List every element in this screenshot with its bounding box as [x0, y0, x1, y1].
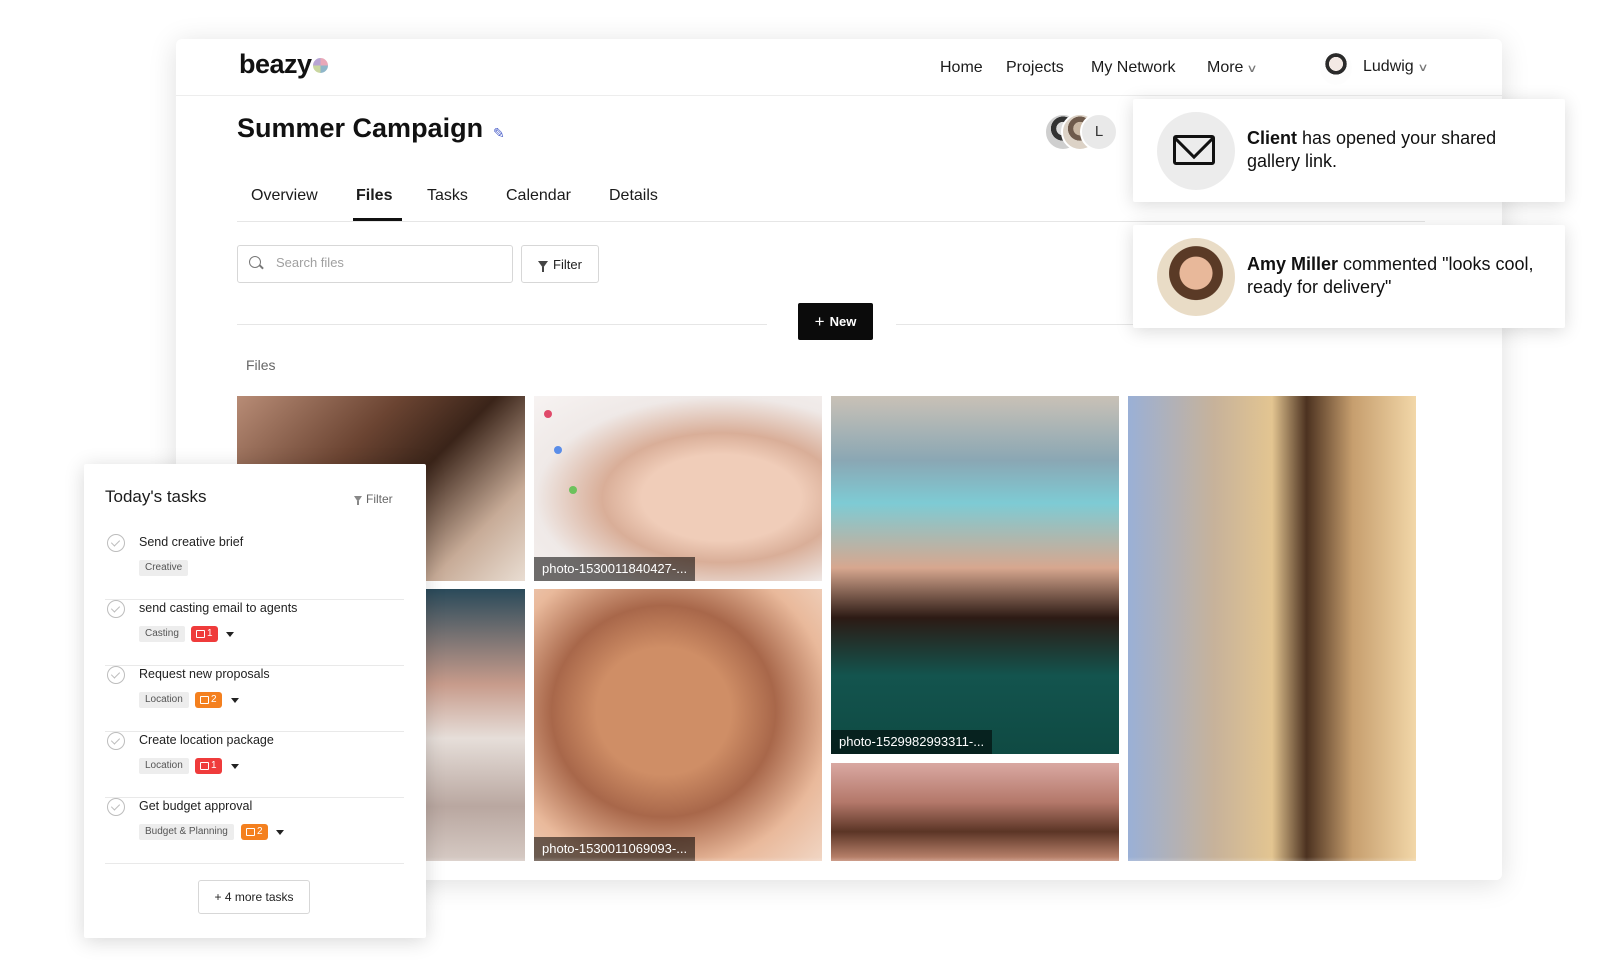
photo-caption: photo-1529982993311-... — [831, 730, 993, 754]
task-item[interactable]: Create location package Location 1 — [105, 730, 404, 798]
envelope-icon — [1173, 135, 1215, 165]
comment-count-badge[interactable]: 1 — [191, 626, 218, 642]
divider — [237, 221, 1425, 222]
task-item[interactable]: send casting email to agents Casting 1 — [105, 598, 404, 666]
search-input[interactable] — [274, 254, 498, 271]
chevron-down-icon: ∨ — [1417, 62, 1429, 74]
notification-text: Client has opened your shared gallery li… — [1247, 127, 1547, 173]
collaborator-initial-avatar[interactable]: L — [1080, 113, 1118, 151]
photo-thumbnail[interactable]: photo-1529982993311-... — [831, 396, 1119, 754]
task-title: send casting email to agents — [139, 601, 298, 615]
top-navigation-bar: beazy Home Projects My Network More ∨ Lud… — [176, 39, 1502, 96]
task-title: Request new proposals — [139, 667, 270, 681]
tab-details[interactable]: Details — [609, 187, 658, 205]
tab-tasks[interactable]: Tasks — [427, 187, 468, 205]
notification-gallery-opened[interactable]: Client has opened your shared gallery li… — [1133, 99, 1565, 202]
filter-icon — [538, 260, 549, 272]
logo-text: beazy — [239, 49, 312, 79]
tasks-filter-button[interactable]: Filter — [354, 492, 393, 506]
comment-count: 2 — [257, 826, 263, 837]
new-button[interactable]: + New — [798, 303, 873, 340]
task-tag: Creative — [139, 560, 189, 576]
sticker-decoration — [554, 446, 562, 454]
comment-count-badge[interactable]: 1 — [195, 758, 222, 774]
task-item[interactable]: Request new proposals Location 2 — [105, 664, 404, 732]
caret-down-icon[interactable] — [231, 698, 239, 703]
filter-button-label: Filter — [553, 256, 582, 272]
beazy-logo[interactable]: beazy — [239, 49, 328, 80]
chevron-down-icon: ∨ — [1246, 63, 1259, 75]
more-tasks-button[interactable]: + 4 more tasks — [198, 880, 310, 914]
notification-text: Amy Miller commented "looks cool, ready … — [1247, 253, 1547, 299]
filter-icon — [354, 496, 362, 505]
files-section-label: Files — [246, 357, 276, 373]
photo-thumbnail[interactable]: photo-1530011069093-... — [534, 589, 822, 861]
nav-more-label: More — [1207, 59, 1244, 76]
sticker-decoration — [569, 486, 577, 494]
edit-pencil-icon[interactable]: ✎ — [493, 125, 507, 141]
task-checkbox[interactable] — [107, 666, 125, 684]
comment-count: 2 — [211, 694, 217, 705]
logo-mark-icon — [312, 58, 328, 74]
nav-home[interactable]: Home — [940, 59, 983, 77]
user-menu[interactable]: Ludwig ∨ — [1363, 58, 1429, 76]
todays-tasks-panel: Today's tasks Filter Send creative brief… — [84, 464, 426, 938]
new-button-label: New — [829, 314, 857, 329]
task-tag: Location — [139, 758, 189, 774]
comment-count: 1 — [207, 628, 213, 639]
tasks-panel-title: Today's tasks — [105, 487, 207, 506]
filter-button[interactable]: Filter — [521, 245, 599, 283]
caret-down-icon[interactable] — [276, 830, 284, 835]
task-title: Create location package — [139, 733, 274, 747]
task-checkbox[interactable] — [107, 798, 125, 816]
tab-files[interactable]: Files — [356, 187, 392, 205]
sticker-decoration — [544, 410, 552, 418]
task-checkbox[interactable] — [107, 534, 125, 552]
user-name: Ludwig — [1363, 58, 1414, 75]
nav-my-network[interactable]: My Network — [1091, 59, 1175, 77]
notification-actor: Client — [1247, 128, 1298, 148]
task-item[interactable]: Get budget approval Budget & Planning 2 — [105, 796, 404, 864]
comment-icon — [196, 630, 205, 638]
plus-icon: + — [814, 311, 825, 331]
tab-calendar[interactable]: Calendar — [506, 187, 571, 205]
task-title: Send creative brief — [139, 535, 244, 549]
photo-thumbnail[interactable] — [831, 763, 1119, 861]
search-box — [237, 245, 513, 283]
comment-count-badge[interactable]: 2 — [241, 824, 268, 840]
task-checkbox[interactable] — [107, 600, 125, 618]
nav-projects[interactable]: Projects — [1006, 59, 1064, 77]
search-icon — [249, 256, 261, 268]
comment-icon — [200, 696, 209, 704]
notification-actor: Amy Miller — [1247, 254, 1339, 274]
task-checkbox[interactable] — [107, 732, 125, 750]
photo-thumbnail[interactable]: photo-1530011840427-... — [534, 396, 822, 581]
caret-down-icon[interactable] — [226, 632, 234, 637]
task-tag: Budget & Planning — [139, 824, 234, 840]
task-tag: Casting — [139, 626, 185, 642]
user-avatar[interactable] — [1320, 51, 1352, 85]
tasks-filter-label: Filter — [366, 492, 393, 506]
task-title: Get budget approval — [139, 799, 253, 813]
page-title: Summer Campaign — [237, 113, 484, 143]
comment-count: 1 — [211, 760, 217, 771]
notification-icon-circle — [1157, 112, 1235, 190]
photo-thumbnail[interactable] — [1128, 396, 1416, 861]
task-tag: Location — [139, 692, 189, 708]
nav-more[interactable]: More ∨ — [1207, 59, 1259, 77]
comment-icon — [200, 762, 209, 770]
notification-comment[interactable]: Amy Miller commented "looks cool, ready … — [1133, 225, 1565, 328]
caret-down-icon[interactable] — [231, 764, 239, 769]
task-item[interactable]: Send creative brief Creative — [105, 532, 404, 600]
divider — [237, 324, 767, 325]
commenter-avatar — [1157, 238, 1235, 316]
photo-caption: photo-1530011840427-... — [534, 557, 696, 581]
comment-icon — [246, 828, 255, 836]
comment-count-badge[interactable]: 2 — [195, 692, 222, 708]
tab-overview[interactable]: Overview — [251, 187, 318, 205]
